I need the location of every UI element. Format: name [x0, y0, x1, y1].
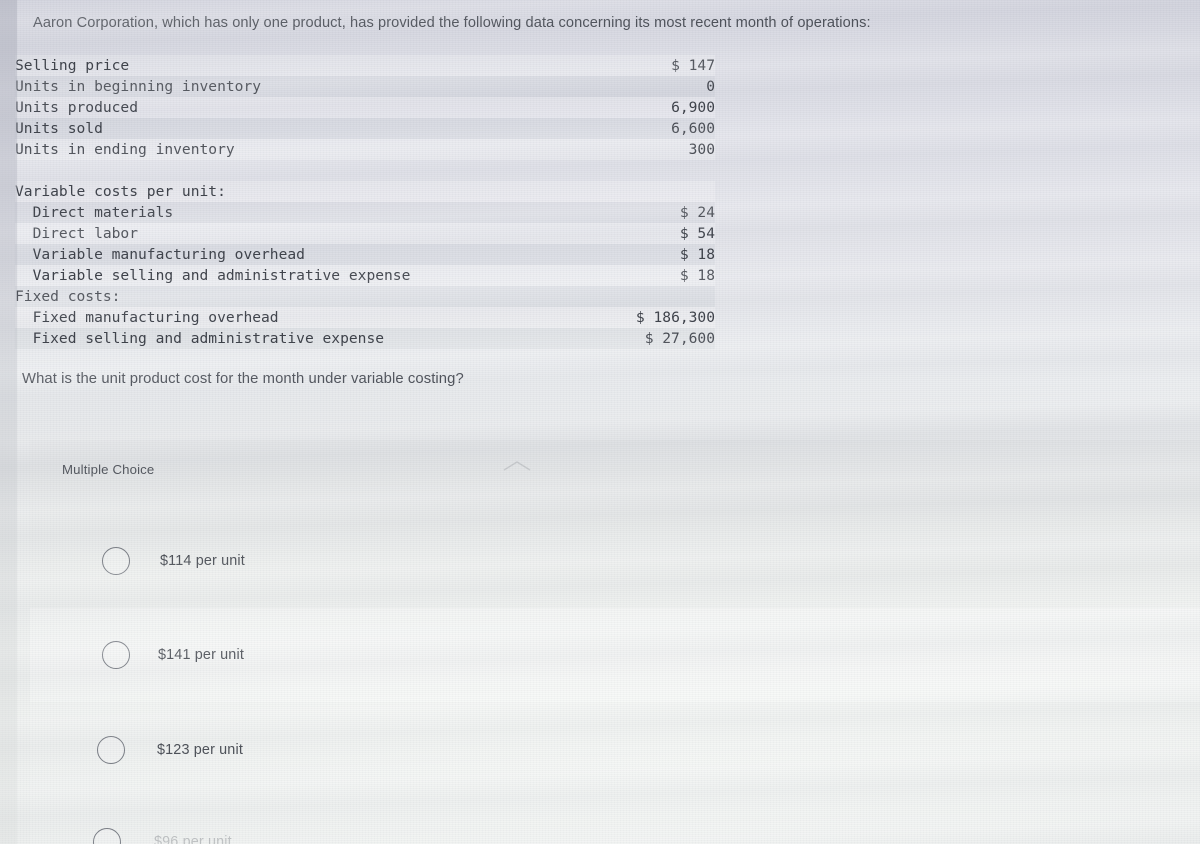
- row-value: $ 186,300: [635, 309, 715, 326]
- option-row-2[interactable]: $141 per unit: [30, 608, 1200, 702]
- row-value: $ 24: [679, 204, 715, 221]
- row-value: 300: [688, 141, 715, 158]
- row-value: $ 27,600: [644, 330, 715, 347]
- table-row: Fixed manufacturing overhead $ 186,300: [15, 307, 715, 328]
- row-label: Fixed selling and administrative expense: [15, 330, 385, 347]
- radio-button-option-4[interactable]: [93, 828, 121, 844]
- row-label: Fixed manufacturing overhead: [15, 309, 279, 326]
- row-value: $ 18: [679, 246, 715, 263]
- row-label: Units sold: [15, 120, 103, 137]
- table-row: Units sold 6,600: [15, 118, 715, 139]
- table-row: Selling price $ 147: [15, 55, 715, 76]
- radio-button-option-1[interactable]: [102, 547, 130, 575]
- multiple-choice-card: Multiple Choice $114 per unit $141 per u…: [30, 440, 1200, 844]
- chevron-up-icon: [500, 458, 534, 474]
- option-label-4[interactable]: $96 per unit: [154, 834, 232, 844]
- question-intro-text: Aaron Corporation, which has only one pr…: [33, 15, 871, 31]
- photographed-screen: Aaron Corporation, which has only one pr…: [0, 0, 1200, 844]
- page-content: Aaron Corporation, which has only one pr…: [0, 0, 1200, 844]
- table-row: Direct labor $ 54: [15, 223, 715, 244]
- table-row: Units in beginning inventory 0: [15, 76, 715, 97]
- row-value: $ 18: [679, 267, 715, 284]
- table-row: Direct materials $ 24: [15, 202, 715, 223]
- table-row: Variable manufacturing overhead $ 18: [15, 244, 715, 265]
- screen-left-margin: [0, 0, 17, 844]
- table-row: Fixed selling and administrative expense…: [15, 328, 715, 349]
- row-label: Fixed costs:: [15, 288, 121, 305]
- row-value: $ 147: [671, 57, 715, 74]
- option-label-2[interactable]: $141 per unit: [158, 647, 244, 663]
- radio-button-option-2[interactable]: [102, 641, 130, 669]
- table-row: Fixed costs:: [15, 286, 715, 307]
- option-row-1[interactable]: $114 per unit: [30, 514, 1200, 608]
- row-label: Units produced: [15, 99, 139, 116]
- row-label: Direct materials: [15, 204, 174, 221]
- question-text: What is the unit product cost for the mo…: [22, 371, 464, 387]
- option-label-3[interactable]: $123 per unit: [157, 742, 243, 758]
- table-row: Variable costs per unit:: [15, 181, 715, 202]
- costs-data-table: Variable costs per unit: Direct material…: [15, 181, 715, 349]
- table-row: Variable selling and administrative expe…: [15, 265, 715, 286]
- row-value: 6,600: [671, 120, 715, 137]
- radio-button-option-3[interactable]: [97, 736, 125, 764]
- operations-data-table: Selling price $ 147 Units in beginning i…: [15, 55, 715, 160]
- row-label: Units in beginning inventory: [15, 78, 262, 95]
- row-label: Variable manufacturing overhead: [15, 246, 305, 263]
- row-label: Variable selling and administrative expe…: [15, 267, 411, 284]
- row-label: Units in ending inventory: [15, 141, 235, 158]
- row-label: Selling price: [15, 57, 130, 74]
- option-row-3[interactable]: $123 per unit: [30, 702, 1200, 796]
- row-label: Variable costs per unit:: [15, 183, 226, 200]
- table-row: Units in ending inventory 300: [15, 139, 715, 160]
- option-label-1[interactable]: $114 per unit: [160, 553, 245, 569]
- row-value: $ 54: [679, 225, 715, 242]
- table-row: Units produced 6,900: [15, 97, 715, 118]
- option-row-4[interactable]: $96 per unit: [30, 796, 1200, 844]
- row-value: 0: [706, 78, 715, 95]
- row-label: Direct labor: [15, 225, 139, 242]
- multiple-choice-label: Multiple Choice: [62, 462, 155, 477]
- row-value: 6,900: [671, 99, 715, 116]
